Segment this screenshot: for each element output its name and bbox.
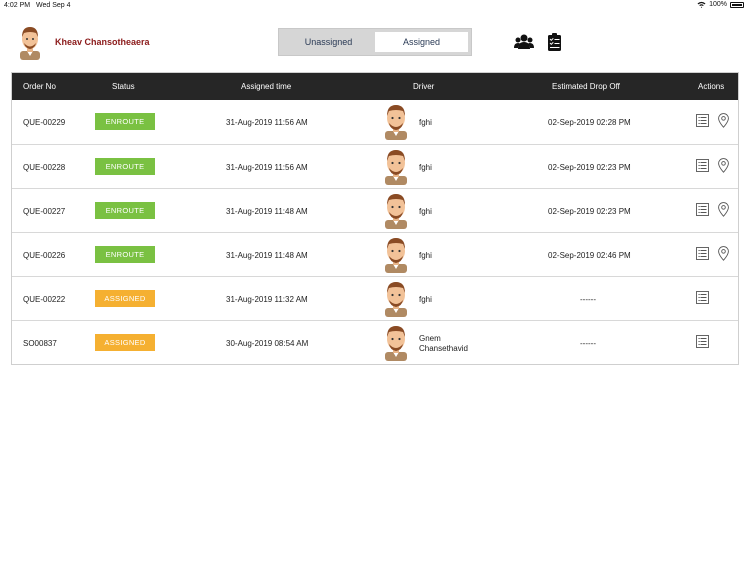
driver-avatar [385, 282, 407, 317]
status-badge: ENROUTE [95, 246, 155, 263]
driver-avatar [385, 194, 407, 229]
clipboard-check-icon[interactable] [545, 33, 565, 51]
status-badge: ENROUTE [95, 202, 155, 219]
assigned-time: 30-Aug-2019 08:54 AM [226, 339, 309, 348]
wifi-icon [697, 1, 706, 8]
estimated-drop-off: ------ [580, 339, 596, 348]
col-order-no: Order No [23, 82, 56, 91]
details-list-icon[interactable] [696, 114, 709, 127]
table-row[interactable]: QUE-00226 ENROUTE 31-Aug-2019 11:48 AM f… [12, 232, 738, 276]
user-avatar[interactable] [16, 24, 44, 60]
order-no: SO00837 [23, 339, 57, 348]
details-list-icon[interactable] [696, 159, 709, 172]
group-icon[interactable] [514, 33, 534, 51]
estimated-drop-off: 02-Sep-2019 02:28 PM [548, 118, 631, 127]
estimated-drop-off: 02-Sep-2019 02:23 PM [548, 207, 631, 216]
estimated-drop-off: 02-Sep-2019 02:23 PM [548, 163, 631, 172]
driver-name: fghi [419, 295, 432, 304]
driver-avatar [385, 150, 407, 185]
order-no: QUE-00229 [23, 118, 66, 127]
col-status: Status [112, 82, 135, 91]
assigned-time: 31-Aug-2019 11:48 AM [226, 207, 308, 216]
driver-name: fghi [419, 118, 432, 127]
details-list-icon[interactable] [696, 335, 709, 348]
status-badge: ASSIGNED [95, 290, 155, 307]
table-row[interactable]: QUE-00222 ASSIGNED 31-Aug-2019 11:32 AM … [12, 276, 738, 320]
order-no: QUE-00227 [23, 207, 66, 216]
col-estimated-drop-off: Estimated Drop Off [552, 82, 620, 91]
status-badge: ASSIGNED [95, 334, 155, 351]
status-badge: ENROUTE [95, 113, 155, 130]
location-pin-icon[interactable] [718, 113, 729, 128]
assigned-time: 31-Aug-2019 11:56 AM [226, 118, 308, 127]
location-pin-icon[interactable] [718, 158, 729, 173]
details-list-icon[interactable] [696, 291, 709, 304]
table-row[interactable]: QUE-00227 ENROUTE 31-Aug-2019 11:48 AM f… [12, 188, 738, 232]
table-row[interactable]: QUE-00229 ENROUTE 31-Aug-2019 11:56 AM f… [12, 100, 738, 144]
assignment-toggle: Unassigned Assigned [278, 28, 472, 56]
battery-percent: 100% [709, 1, 727, 8]
user-name: Kheav Chansotheaera [55, 37, 150, 47]
driver-name-line2: Chansethavid [419, 344, 468, 353]
driver-avatar [385, 326, 407, 361]
driver-name: fghi [419, 207, 432, 216]
location-pin-icon[interactable] [718, 246, 729, 261]
header: Kheav Chansotheaera Unassigned Assigned [0, 22, 750, 64]
status-date: Wed Sep 4 [36, 2, 71, 9]
details-list-icon[interactable] [696, 247, 709, 260]
col-actions: Actions [698, 82, 725, 91]
battery-icon [730, 1, 744, 8]
order-no: QUE-00228 [23, 163, 66, 172]
driver-name: Gnem Chansethavid [419, 334, 468, 354]
table-body: QUE-00229 ENROUTE 31-Aug-2019 11:56 AM f… [12, 100, 738, 364]
orders-table: Order No Status Assigned time Driver Est… [11, 72, 739, 365]
status-time: 4:02 PM [4, 2, 31, 9]
status-bar: 4:02 PM Wed Sep 4 100% [0, 0, 750, 12]
table-row[interactable]: QUE-00228 ENROUTE 31-Aug-2019 11:56 AM f… [12, 144, 738, 188]
estimated-drop-off: 02-Sep-2019 02:46 PM [548, 251, 631, 260]
table-header: Order No Status Assigned time Driver Est… [12, 73, 738, 100]
location-pin-icon[interactable] [718, 202, 729, 217]
details-list-icon[interactable] [696, 203, 709, 216]
driver-avatar [385, 105, 407, 140]
table-row[interactable]: SO00837 ASSIGNED 30-Aug-2019 08:54 AM Gn… [12, 320, 738, 364]
tab-unassigned[interactable]: Unassigned [282, 32, 375, 52]
assigned-time: 31-Aug-2019 11:48 AM [226, 251, 308, 260]
assigned-time: 31-Aug-2019 11:56 AM [226, 163, 308, 172]
status-right: 100% [697, 1, 744, 8]
driver-name: fghi [419, 163, 432, 172]
driver-name-line1: Gnem [419, 334, 441, 343]
col-assigned-time: Assigned time [241, 82, 292, 91]
order-no: QUE-00222 [23, 295, 66, 304]
driver-name: fghi [419, 251, 432, 260]
assigned-time: 31-Aug-2019 11:32 AM [226, 295, 308, 304]
driver-avatar [385, 238, 407, 273]
estimated-drop-off: ------ [580, 295, 596, 304]
status-badge: ENROUTE [95, 158, 155, 175]
tab-assigned[interactable]: Assigned [375, 32, 468, 52]
col-driver: Driver [413, 82, 435, 91]
order-no: QUE-00226 [23, 251, 66, 260]
